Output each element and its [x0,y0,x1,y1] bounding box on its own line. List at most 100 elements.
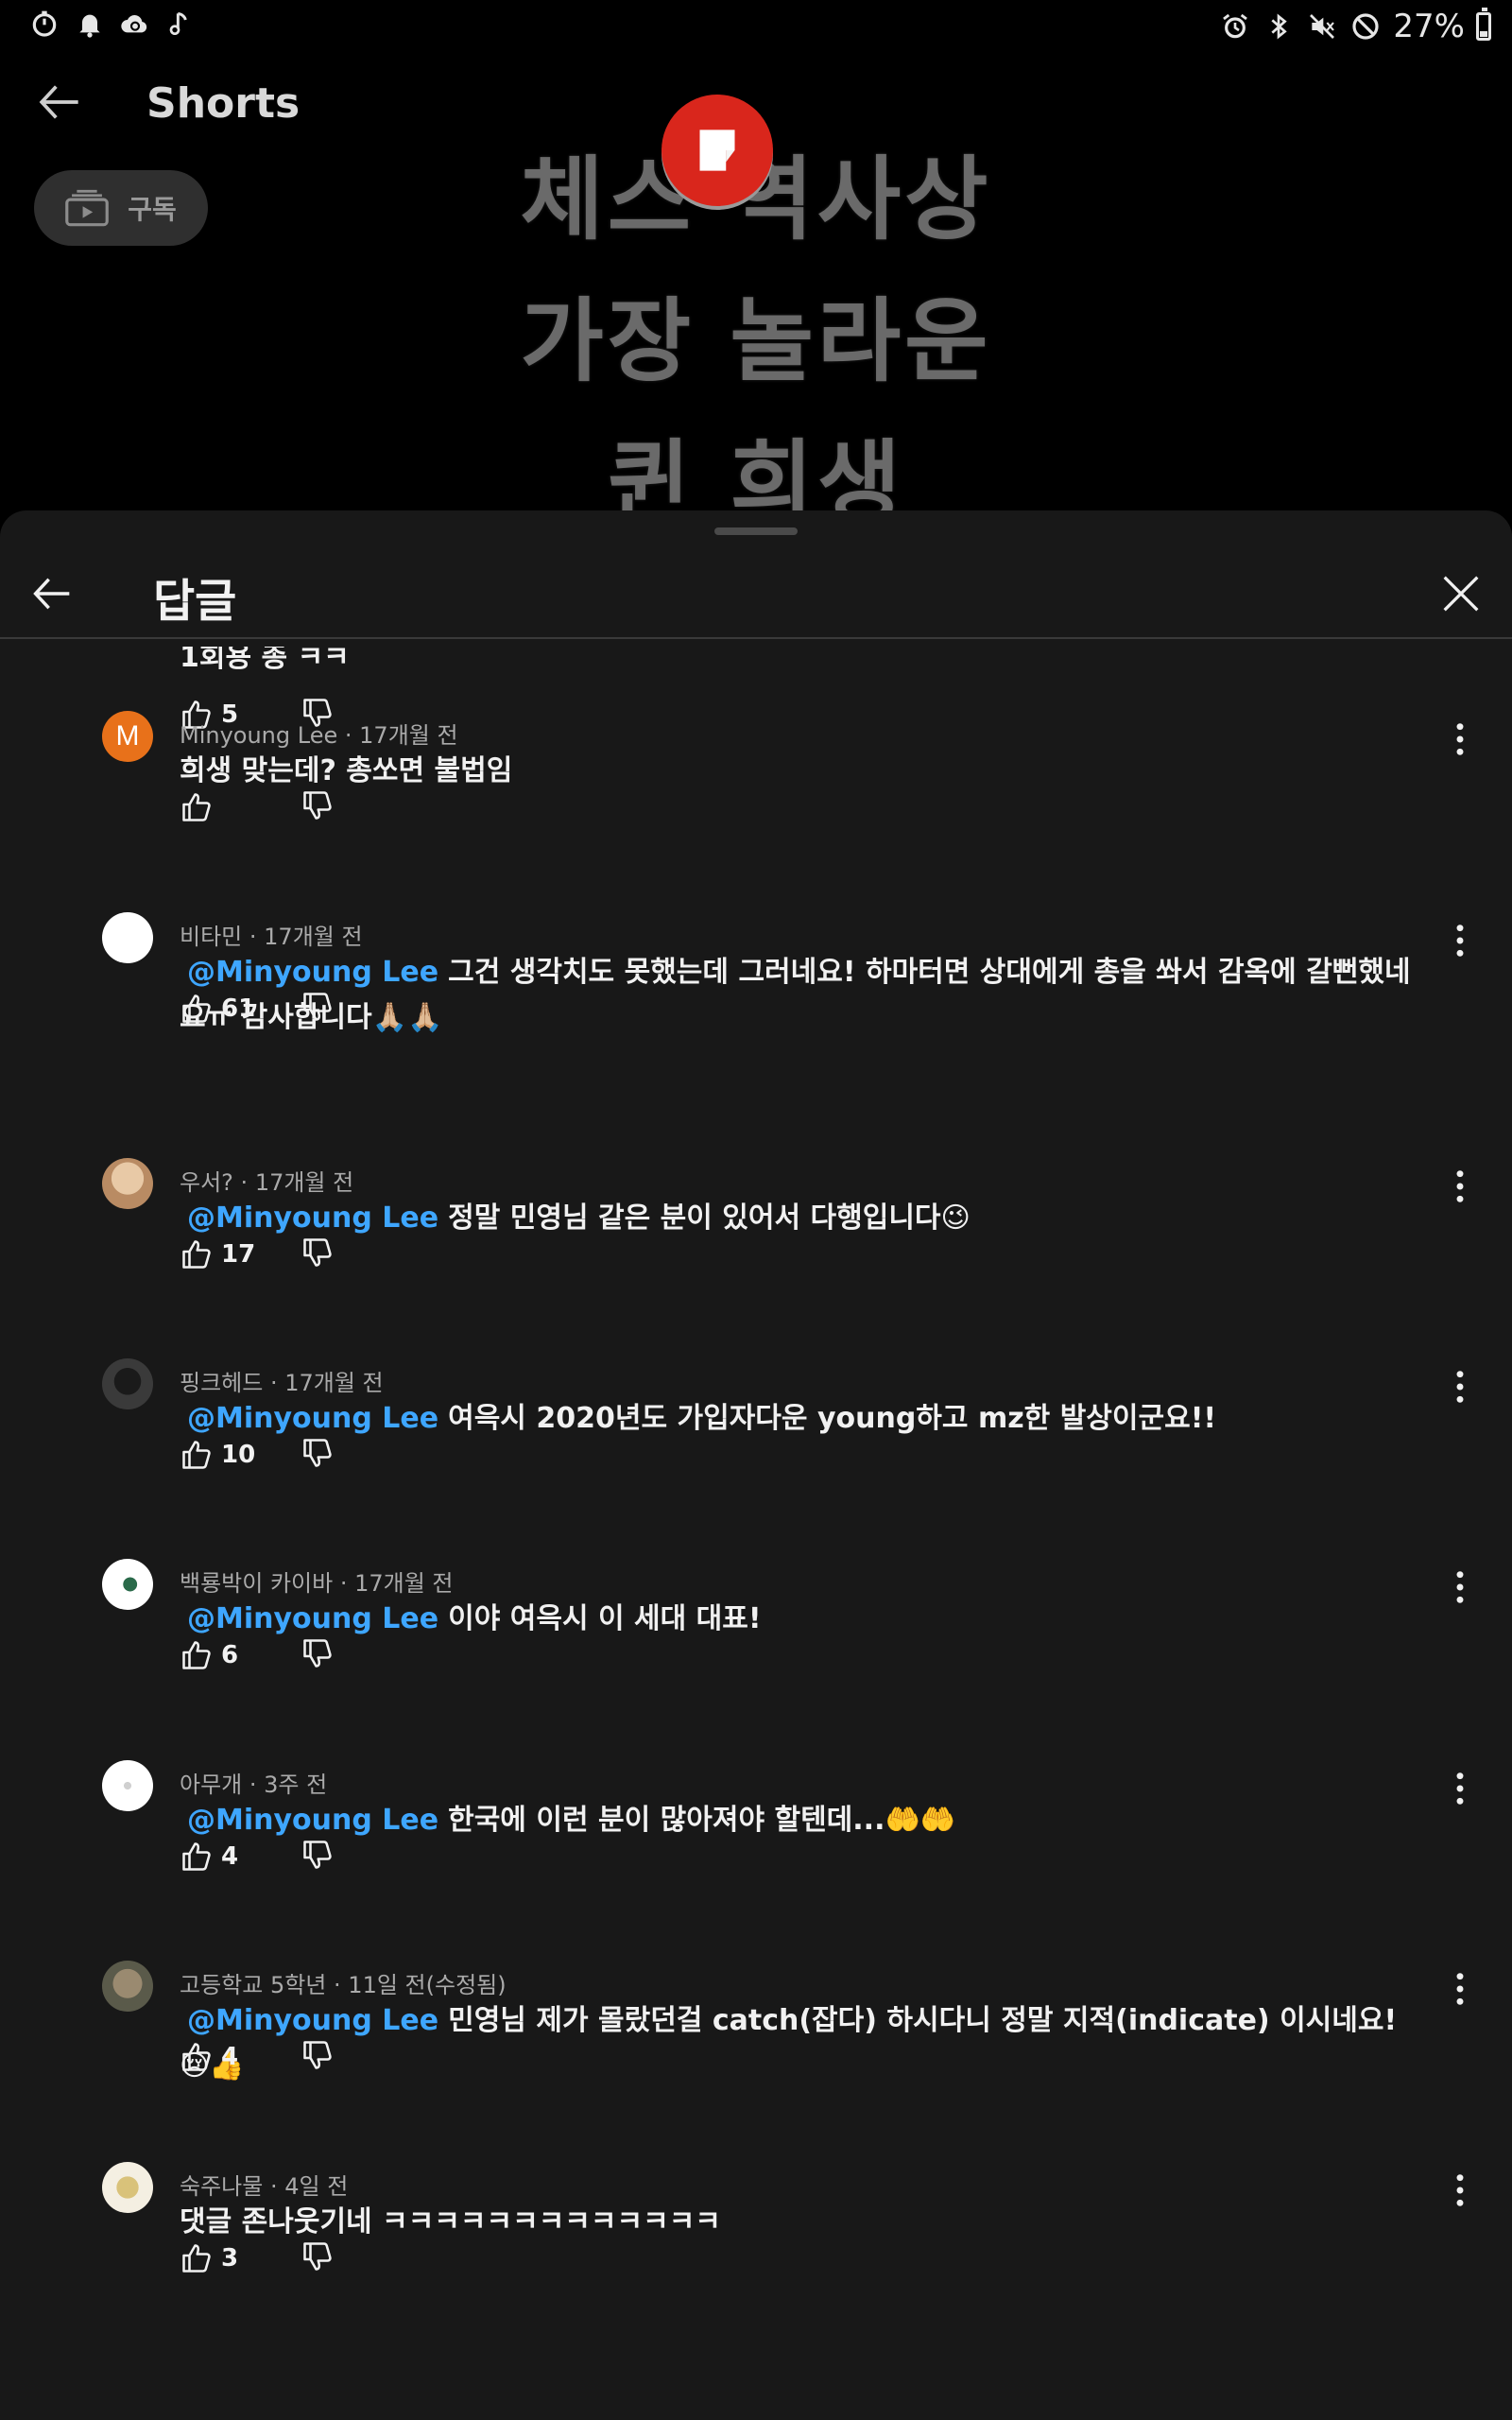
comment-time: 17개월 전 [264,924,363,950]
thumbs-up-icon [182,1240,211,1269]
comment-author[interactable]: 비타민 [180,924,242,950]
more-options-icon[interactable] [1446,1368,1474,1406]
thumbs-down-icon [303,993,332,1021]
back-arrow-icon[interactable] [28,569,77,618]
like-button[interactable]: 4 [180,2040,301,2074]
battery-percentage: 27% [1393,8,1465,45]
like-button[interactable]: 10 [180,1438,301,1472]
thumbs-down-icon [303,1238,332,1267]
like-button[interactable] [180,790,301,824]
dislike-button[interactable] [301,2239,335,2277]
dislike-button[interactable] [301,1838,335,1876]
meta-separator: · [249,1772,265,1798]
dislike-button[interactable] [301,1236,335,1273]
like-count: 61 [221,994,256,1023]
dislike-button[interactable] [301,1436,335,1474]
thumbs-down-icon [303,1639,332,1668]
thumbs-down-icon [303,1841,332,1869]
comment-author[interactable]: 고등학교 5학년 [180,1972,326,1998]
more-options-icon[interactable] [1446,1770,1474,1807]
like-button[interactable]: 17 [180,1237,301,1271]
thumbs-up-icon [182,1441,211,1469]
replies-header: 답글 [0,548,1512,639]
like-count: 4 [221,1842,239,1871]
comment-time: 17개월 전 [359,722,458,749]
like-count: 10 [221,1441,256,1469]
avatar[interactable] [102,1559,153,1610]
avatar[interactable] [102,2162,153,2213]
dislike-button[interactable] [301,1636,335,1674]
subscribe-label: 구독 [128,194,177,225]
avatar[interactable] [102,1158,153,1209]
like-button[interactable]: 3 [180,2241,301,2275]
comment-body: @Minyoung Lee 한국에 이런 분이 많아져야 할텐데...🤲🤲 [180,1798,1427,1843]
mention-link[interactable]: @Minyoung Lee [187,2004,438,2037]
comment-author[interactable]: 숙주나물 [180,2173,263,2200]
avatar-letter: M [115,720,140,752]
close-icon[interactable] [1436,569,1486,618]
subscribe-button[interactable]: 구독 [34,170,208,246]
like-button[interactable]: 4 [180,1840,301,1874]
back-arrow-icon[interactable] [34,76,87,129]
comment-body: 댓글 존나웃기네 ㅋㅋㅋㅋㅋㅋㅋㅋㅋㅋㅋㅋㅋ [180,2200,1427,2245]
like-button[interactable]: 61 [180,992,301,1026]
more-options-icon[interactable] [1446,1568,1474,1606]
thumbs-up-icon [182,793,211,821]
comment-body: 희생 맞는데? 총쏘면 불법임 [180,749,1427,794]
more-options-icon[interactable] [1446,2171,1474,2209]
bell-icon [74,8,106,40]
comment-actions: 6 [180,1636,335,1674]
comment-meta: 백룡박이 카이바 · 17개월 전 [180,1564,454,1598]
avatar[interactable] [102,912,153,963]
avatar[interactable]: M [102,711,153,762]
comment-text: 댓글 존나웃기네 ㅋㅋㅋㅋㅋㅋㅋㅋㅋㅋㅋㅋㅋ [180,2205,721,2238]
comment-author[interactable]: Minyoung Lee [180,722,337,749]
comment-actions [180,788,335,826]
comment-body: @Minyoung Lee 민영님 제가 몰랐던걸 catch(잡다) 하시다니 … [180,1998,1427,2089]
mention-link[interactable]: @Minyoung Lee [187,1804,438,1837]
mention-link[interactable]: @Minyoung Lee [187,956,438,989]
avatar[interactable] [102,1358,153,1409]
more-options-icon[interactable] [1446,1167,1474,1205]
comment-body: @Minyoung Lee 여윽시 2020년도 가입자다운 young하고 mz… [180,1396,1427,1442]
video-caption: 체스 역사상 가장 놀라운 퀸 희생 [444,129,1068,554]
comment-author[interactable]: 우서? [180,1169,233,1196]
more-options-icon[interactable] [1446,922,1474,959]
replies-sheet: 답글 1회용 총 ㅋㅋ 5 M Minyoung Lee · 17개월 전 희생… [0,510,1512,2420]
more-options-icon[interactable] [1446,720,1474,758]
comment-time: 4일 전 [284,2173,349,2200]
thumbs-down-icon [303,2041,332,2069]
comment-meta: 비타민 · 17개월 전 [180,918,363,951]
comment-time: 3주 전 [264,1772,328,1798]
mute-icon [1306,10,1338,43]
comment-author[interactable]: 백룡박이 카이바 [180,1570,333,1597]
meta-separator: · [334,1972,349,1998]
comment-text: 1회용 총 ㅋㅋ [180,641,350,674]
page-title: Shorts [146,79,301,128]
comment-time: 17개월 전 [354,1570,454,1597]
like-button[interactable]: 6 [180,1638,301,1672]
comment-author[interactable]: 아무개 [180,1772,242,1798]
mention-link[interactable]: @Minyoung Lee [187,1402,438,1435]
meta-separator: · [344,722,360,749]
avatar[interactable] [102,1961,153,2012]
timer-icon [28,8,60,40]
bluetooth-icon [1263,10,1295,43]
thumbs-down-icon [303,791,332,820]
cloud-sync-icon [119,8,151,40]
status-bar: 27% [0,0,1512,53]
subscriptions-icon [65,189,110,227]
comment-author[interactable]: 핑크헤드 [180,1370,263,1396]
drag-handle[interactable] [714,527,798,535]
battery-icon [1476,8,1491,41]
dislike-button[interactable] [301,990,335,1028]
more-options-icon[interactable] [1446,1970,1474,2008]
mention-link[interactable]: @Minyoung Lee [187,1602,438,1635]
thumbs-up-icon [182,2244,211,2273]
comment-time: 17개월 전 [254,1169,354,1196]
comment-actions: 4 [180,1838,335,1876]
dislike-button[interactable] [301,2038,335,2076]
mention-link[interactable]: @Minyoung Lee [187,1201,438,1235]
dislike-button[interactable] [301,788,335,826]
avatar[interactable] [102,1760,153,1811]
